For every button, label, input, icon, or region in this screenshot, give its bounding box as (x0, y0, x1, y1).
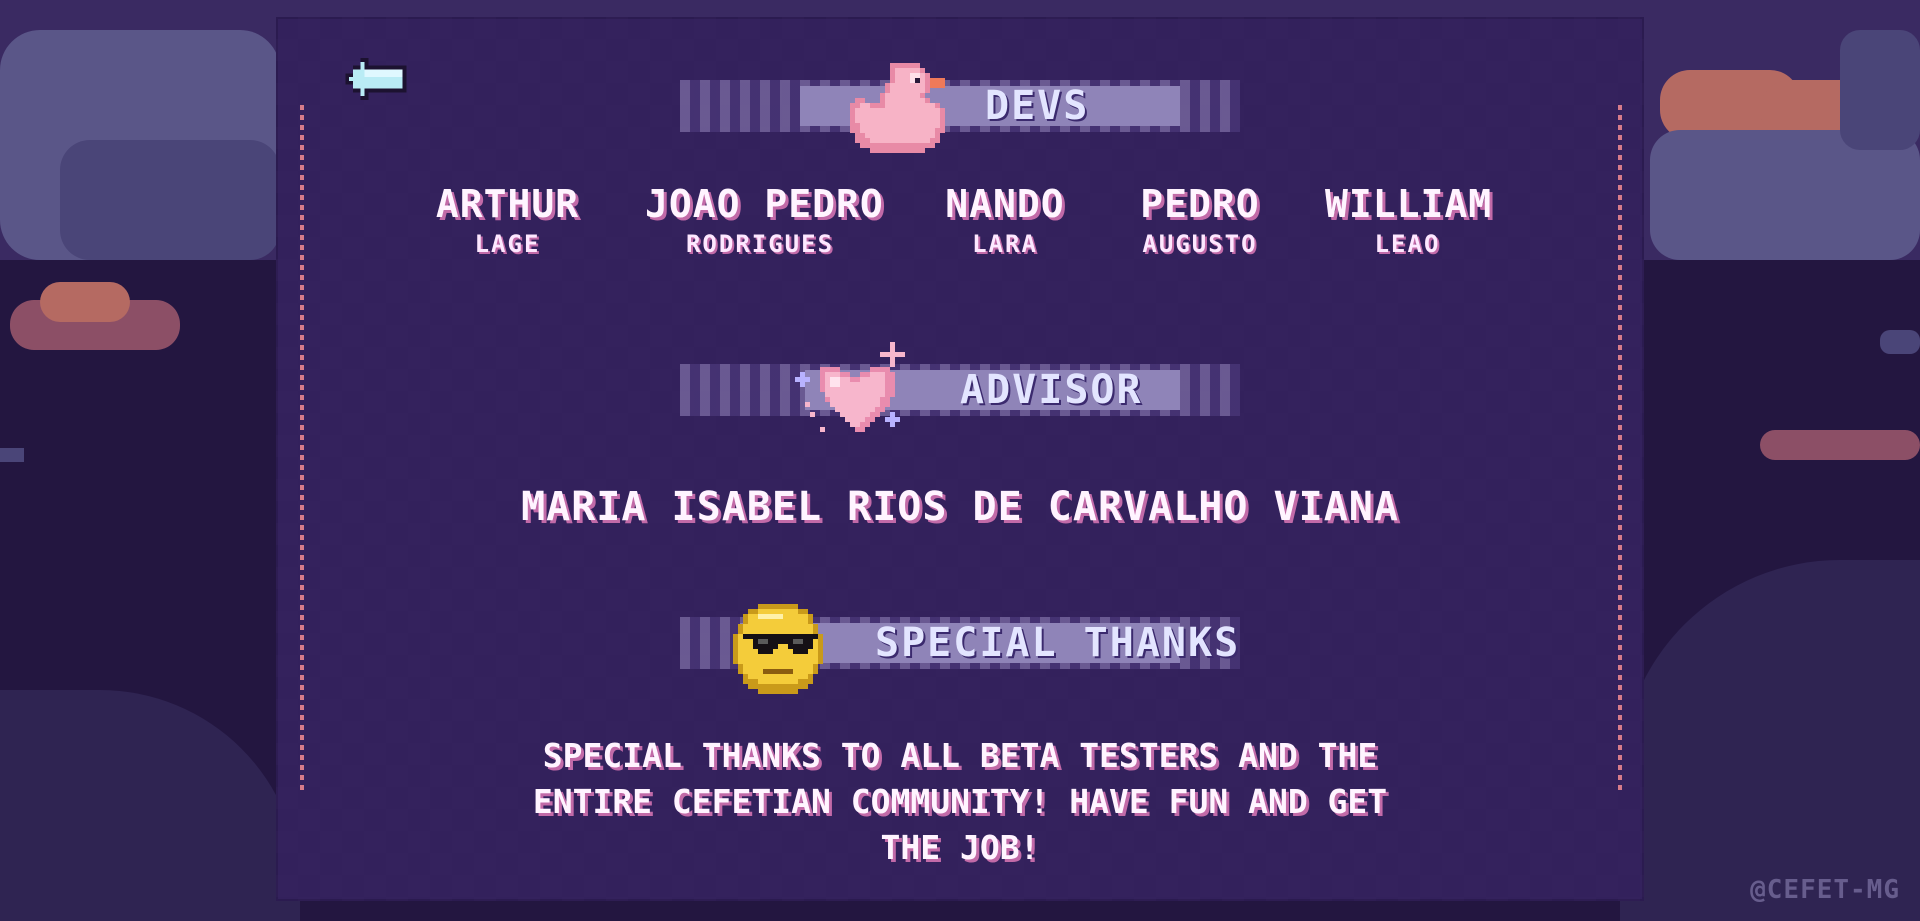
back-arrow-icon (345, 58, 407, 100)
dev-last-name: LARA (972, 230, 1038, 258)
dotted-border-right (1618, 105, 1622, 795)
dev-last-name: LEAO (1374, 230, 1441, 258)
devs-title: DEVS (985, 83, 1090, 129)
dev-first-name: JOAO PEDRO (645, 182, 884, 226)
sunglasses-smiley-icon (733, 604, 823, 694)
dev-entry: PEDRO AUGUSTO (1125, 182, 1275, 258)
dev-entry: JOAO PEDRO RODRIGUES (645, 182, 884, 258)
thanks-title: SPECIAL THANKS (875, 620, 1241, 666)
dev-entry: ARTHUR LAGE (430, 182, 585, 258)
dev-last-name: RODRIGUES (685, 230, 835, 258)
rubber-duck-icon (850, 63, 945, 153)
cloud (60, 140, 280, 260)
sparkling-heart-icon (795, 342, 905, 432)
thanks-message: SPECIAL THANKS TO ALL BETA TESTERS AND T… (532, 736, 1388, 867)
advisor-title: ADVISOR (960, 367, 1143, 413)
thanks-banner: SPECIAL THANKS (680, 604, 1241, 694)
dev-first-name: PEDRO (1140, 182, 1260, 226)
cloud (40, 282, 130, 322)
dev-last-name: LAGE (474, 230, 541, 258)
back-button[interactable] (340, 58, 408, 100)
devs-banner: DEVS (680, 63, 1240, 153)
advisor-name: MARIA ISABEL RIOS DE CARVALHO VIANA (521, 484, 1399, 530)
advisor-banner: ADVISOR (680, 342, 1240, 432)
cloud (0, 448, 24, 462)
dev-first-name: NANDO (945, 182, 1065, 226)
dev-last-name: AUGUSTO (1142, 230, 1258, 258)
cloud (1760, 430, 1920, 460)
dev-first-name: ARTHUR (435, 182, 580, 226)
dotted-border-left (300, 105, 304, 795)
dev-entry: NANDO LARA (930, 182, 1080, 258)
dev-first-name: WILLIAM (1325, 182, 1493, 226)
cloud (1880, 330, 1920, 354)
watermark: @CEFET-MG (1750, 875, 1900, 905)
dev-entry: WILLIAM LEAO (1325, 182, 1493, 258)
cloud (1840, 30, 1920, 150)
